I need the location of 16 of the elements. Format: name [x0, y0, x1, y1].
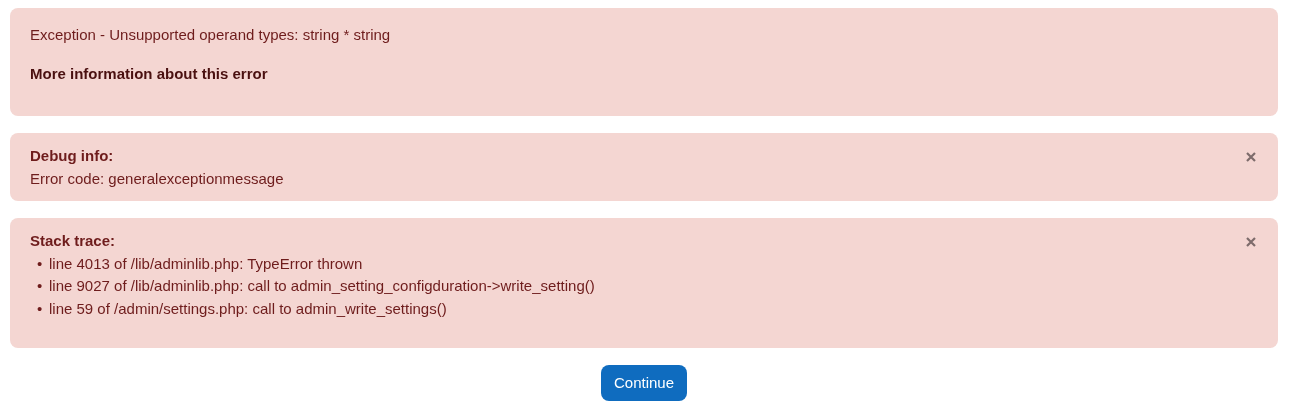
- alert-title: Debug info:: [30, 146, 115, 166]
- stack-trace-line: line 9027 of /lib/adminlib.php: call to admin_setting_configduration->write_setting(): [49, 276, 595, 296]
- continue-button[interactable]: Continue: [600, 365, 687, 401]
- bullet: •: [37, 276, 41, 296]
- close-button[interactable]: [1244, 150, 1258, 164]
- stack-trace-line: line 4013 of /lib/adminlib.php: TypeError thrown: [49, 253, 363, 274]
- bullet: •: [37, 253, 41, 274]
- close-icon: [1246, 237, 1256, 247]
- more-information-link[interactable]: More information about this error: [30, 64, 268, 82]
- stack-trace-line: line 59 of /admin/settings.php: call to admin_write_settings(): [49, 298, 447, 319]
- error-code: Error code: generalexceptionmessage: [30, 168, 285, 189]
- alert-title: Stack trace:: [30, 231, 117, 251]
- error-message: Exception - Unsupported operand types: string * string: [30, 25, 392, 45]
- bullet: •: [37, 298, 41, 319]
- close-button[interactable]: [1244, 235, 1258, 249]
- close-icon: [1246, 152, 1256, 162]
